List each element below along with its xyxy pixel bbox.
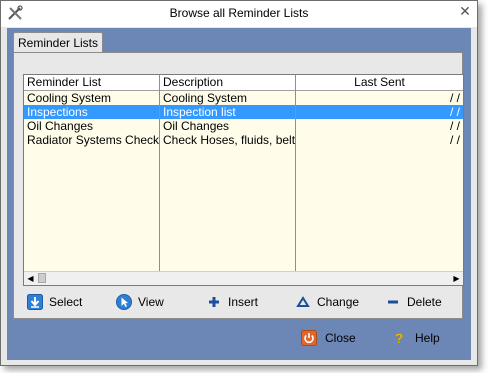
cell-last-sent: / / bbox=[449, 133, 460, 147]
cell-reminder-list: Inspections bbox=[27, 105, 88, 119]
cell-description: Cooling System bbox=[163, 91, 248, 105]
table-row[interactable]: Cooling System Cooling System / / bbox=[24, 91, 463, 105]
browse-reminder-lists-window: Browse all Reminder Lists ✕ Reminder Lis… bbox=[0, 0, 478, 366]
column-header-last-sent[interactable]: Last Sent bbox=[296, 75, 463, 90]
delete-label: Delete bbox=[407, 295, 442, 309]
cell-last-sent: / / bbox=[449, 91, 460, 105]
help-label: Help bbox=[415, 331, 440, 345]
table-row[interactable]: Oil Changes Oil Changes / / bbox=[24, 119, 463, 133]
cell-description: Check Hoses, fluids, belts bbox=[163, 133, 295, 147]
window-title: Browse all Reminder Lists bbox=[169, 6, 309, 20]
change-label: Change bbox=[317, 295, 360, 309]
cursor-arrow-icon bbox=[116, 293, 132, 310]
close-button[interactable]: Close bbox=[301, 328, 356, 348]
column-header-reminder-list[interactable]: Reminder List bbox=[24, 75, 159, 90]
scroll-left-icon[interactable]: ◀ bbox=[24, 272, 37, 285]
grid-header: Reminder List Description Last Sent bbox=[24, 75, 463, 91]
svg-text:?: ? bbox=[395, 330, 404, 346]
tab-reminder-lists[interactable]: Reminder Lists bbox=[13, 32, 103, 53]
view-button[interactable]: View bbox=[116, 293, 164, 311]
question-icon: ? bbox=[391, 330, 407, 347]
cell-reminder-list: Radiator Systems Check bbox=[27, 133, 159, 147]
triangle-up-icon bbox=[295, 294, 311, 310]
tab-panel: Reminder List Description Last Sent Cool… bbox=[13, 52, 464, 319]
client-area: Reminder Lists Reminder List Description… bbox=[7, 28, 471, 360]
power-icon bbox=[301, 329, 317, 346]
plus-icon bbox=[206, 294, 222, 310]
select-button[interactable]: Select bbox=[27, 293, 82, 311]
cell-last-sent: / / bbox=[449, 119, 460, 133]
cell-last-sent: / / bbox=[449, 105, 460, 119]
scrollbar-thumb[interactable] bbox=[38, 273, 46, 283]
delete-button[interactable]: Delete bbox=[385, 293, 442, 311]
title-bar: Browse all Reminder Lists ✕ bbox=[1, 1, 477, 27]
close-label: Close bbox=[325, 331, 356, 345]
cell-description: Inspection list bbox=[163, 105, 236, 119]
column-divider bbox=[159, 75, 160, 273]
change-button[interactable]: Change bbox=[295, 293, 359, 311]
reminder-list-grid[interactable]: Reminder List Description Last Sent Cool… bbox=[23, 74, 464, 286]
window-close-button[interactable]: ✕ bbox=[457, 3, 473, 19]
cell-reminder-list: Cooling System bbox=[27, 91, 112, 105]
table-row[interactable]: Radiator Systems Check Check Hoses, flui… bbox=[24, 133, 463, 147]
horizontal-scrollbar[interactable]: ◀ ▶ bbox=[24, 271, 463, 285]
cell-reminder-list: Oil Changes bbox=[27, 119, 94, 133]
scroll-right-icon[interactable]: ▶ bbox=[450, 272, 463, 285]
column-header-description[interactable]: Description bbox=[160, 75, 295, 90]
view-label: View bbox=[138, 295, 164, 309]
minus-icon bbox=[385, 294, 401, 310]
insert-button[interactable]: Insert bbox=[206, 293, 258, 311]
cell-description: Oil Changes bbox=[163, 119, 230, 133]
table-row-selected[interactable]: Inspections Inspection list / / bbox=[24, 105, 463, 119]
help-button[interactable]: ? Help bbox=[391, 328, 440, 348]
select-label: Select bbox=[49, 295, 83, 309]
column-divider bbox=[295, 75, 296, 273]
select-down-arrow-icon bbox=[27, 293, 43, 310]
insert-label: Insert bbox=[228, 295, 259, 309]
